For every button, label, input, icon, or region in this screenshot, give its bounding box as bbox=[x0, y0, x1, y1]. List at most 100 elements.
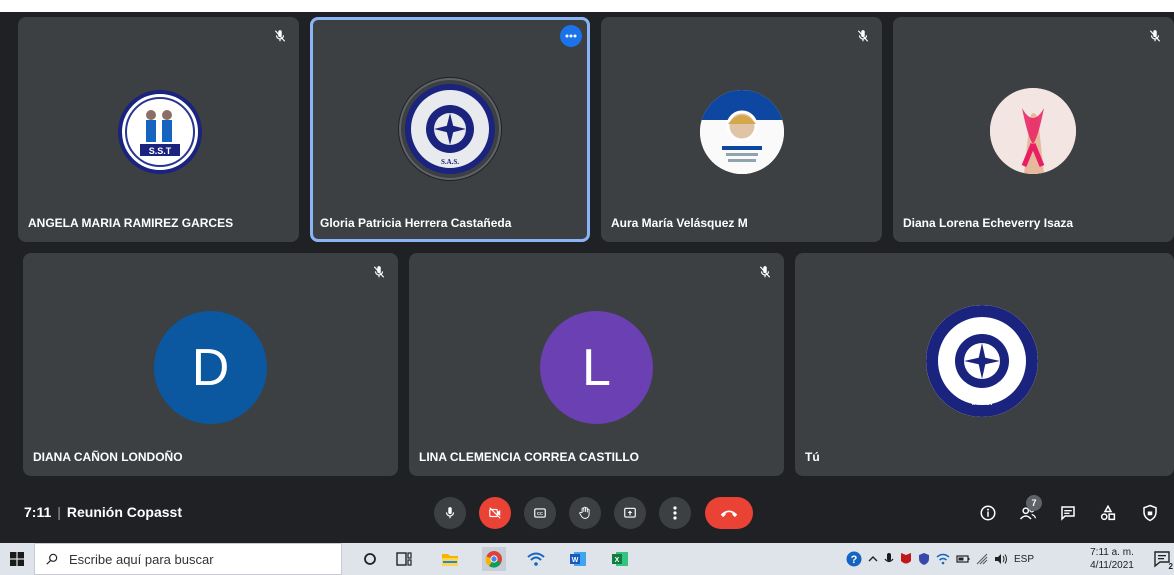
browser-top-strip bbox=[0, 0, 1174, 12]
search-icon bbox=[46, 553, 58, 565]
cortana-icon bbox=[364, 553, 376, 565]
participant-tile[interactable]: D DIANA CAÑON LONDOÑO bbox=[23, 253, 398, 476]
meeting-separator: | bbox=[57, 504, 61, 520]
notifications-button[interactable]: 2 bbox=[1150, 547, 1174, 571]
mic-button[interactable] bbox=[434, 497, 466, 529]
excel-button[interactable]: X bbox=[608, 547, 632, 571]
svg-text:CC: CC bbox=[537, 511, 543, 516]
participant-name: Tú bbox=[805, 450, 820, 464]
letter-avatar: D bbox=[154, 311, 267, 424]
mic-off-icon bbox=[368, 261, 390, 283]
svg-text:X: X bbox=[615, 557, 620, 564]
notifications-count: 2 bbox=[1168, 562, 1173, 571]
oncologos-sas-text: S.A.S. bbox=[972, 398, 993, 407]
chrome-icon bbox=[485, 551, 502, 568]
participant-name: DIANA CAÑON LONDOÑO bbox=[33, 450, 183, 464]
sst-logo-avatar: S.S.T bbox=[118, 90, 202, 174]
mcafee-icon[interactable] bbox=[900, 552, 912, 566]
info-icon bbox=[980, 505, 996, 521]
chat-button[interactable] bbox=[1054, 499, 1082, 527]
search-placeholder: Escribe aquí para buscar bbox=[69, 551, 214, 567]
chat-icon bbox=[1061, 506, 1075, 521]
participant-name: ANGELA MARIA RAMIREZ GARCES bbox=[28, 216, 234, 230]
oncologos-logo-avatar: S.A.S. bbox=[398, 77, 502, 181]
windows-start-button[interactable] bbox=[0, 543, 34, 575]
participant-tile-active[interactable]: S.A.S. Gloria Patricia Herrera Castañeda bbox=[310, 17, 590, 242]
captions-button[interactable]: CC bbox=[524, 497, 556, 529]
wifi-app-button[interactable] bbox=[524, 547, 548, 571]
people-button[interactable]: 7 bbox=[1014, 495, 1042, 527]
participant-tile[interactable]: Diana Lorena Echeverry Isaza bbox=[893, 17, 1174, 242]
folder-icon bbox=[442, 554, 458, 566]
people-count-badge: 7 bbox=[1026, 495, 1042, 511]
oncologos-sas-text: S.A.S. bbox=[441, 158, 459, 166]
participant-name: LINA CLEMENCIA CORREA CASTILLO bbox=[419, 450, 639, 464]
more-options-button[interactable] bbox=[659, 497, 691, 529]
more-options-icon[interactable] bbox=[560, 25, 582, 47]
oncologos-logo-avatar: S.A.S. bbox=[926, 305, 1038, 417]
task-view-button[interactable] bbox=[392, 547, 416, 571]
cortana-button[interactable] bbox=[358, 547, 382, 571]
help-icon[interactable]: ? bbox=[846, 551, 862, 567]
taskbar-clock[interactable]: 7:11 a. m. 4/11/2021 bbox=[1080, 546, 1144, 572]
camera-off-icon bbox=[489, 507, 501, 519]
word-button[interactable]: W bbox=[566, 547, 590, 571]
host-controls-icon bbox=[1143, 504, 1157, 522]
avatar-letter: L bbox=[582, 338, 611, 397]
mic-off-icon bbox=[852, 25, 874, 47]
chrome-button[interactable] bbox=[482, 547, 506, 571]
task-view-icon bbox=[396, 552, 412, 566]
meeting-control-bar: 7:11 | Reunión Copasst CC 7 bbox=[0, 487, 1174, 539]
participant-tile[interactable]: Aura María Velásquez M bbox=[601, 17, 882, 242]
wifi-icon bbox=[527, 552, 545, 566]
file-explorer-button[interactable] bbox=[438, 547, 462, 571]
captions-icon: CC bbox=[534, 508, 546, 518]
participant-tile-self[interactable]: S.A.S. Tú bbox=[795, 253, 1174, 476]
present-button[interactable] bbox=[614, 497, 646, 529]
raise-hand-button[interactable] bbox=[569, 497, 601, 529]
participant-name: Gloria Patricia Herrera Castañeda bbox=[320, 216, 512, 230]
participant-name: Aura María Velásquez M bbox=[611, 216, 748, 230]
svg-text:?: ? bbox=[851, 554, 858, 566]
profile-card-photo-avatar bbox=[700, 90, 784, 174]
excel-icon: X bbox=[612, 552, 628, 566]
letter-avatar: L bbox=[540, 311, 653, 424]
clock-time: 7:11 a. m. bbox=[1090, 547, 1134, 558]
clock-date: 4/11/2021 bbox=[1090, 560, 1134, 571]
hang-up-icon bbox=[720, 510, 738, 518]
present-icon bbox=[624, 507, 636, 518]
word-icon: W bbox=[570, 552, 586, 566]
raise-hand-icon bbox=[579, 506, 590, 519]
battery-icon[interactable] bbox=[956, 554, 970, 564]
avatar-letter: D bbox=[191, 338, 230, 397]
microphone-tray-icon[interactable] bbox=[884, 552, 894, 566]
hang-up-button[interactable] bbox=[705, 497, 753, 529]
participant-tile[interactable]: L LINA CLEMENCIA CORREA CASTILLO bbox=[409, 253, 784, 476]
participant-name: Diana Lorena Echeverry Isaza bbox=[903, 216, 1074, 230]
language-indicator[interactable]: ESP bbox=[1014, 554, 1034, 565]
meeting-info-button[interactable] bbox=[974, 499, 1002, 527]
meeting-title: Reunión Copasst bbox=[66, 504, 183, 520]
participant-tile[interactable]: S.S.T ANGELA MARIA RAMIREZ GARCES bbox=[18, 17, 299, 242]
taskbar-search-box[interactable]: Escribe aquí para buscar bbox=[34, 543, 342, 575]
mic-off-icon bbox=[269, 25, 291, 47]
windows-taskbar: Escribe aquí para buscar W X ? ESP 7:11 … bbox=[0, 543, 1174, 575]
shield-icon[interactable] bbox=[918, 552, 930, 566]
activities-button[interactable] bbox=[1094, 499, 1122, 527]
svg-text:W: W bbox=[572, 557, 579, 564]
volume-icon[interactable] bbox=[994, 553, 1008, 565]
host-controls-button[interactable] bbox=[1136, 499, 1164, 527]
network-icon[interactable] bbox=[976, 553, 988, 565]
chevron-up-icon[interactable] bbox=[868, 554, 878, 564]
mic-off-icon bbox=[754, 261, 776, 283]
wifi-tray-icon[interactable] bbox=[936, 553, 950, 565]
system-tray: ? ESP bbox=[846, 543, 1078, 575]
more-options-icon bbox=[673, 506, 677, 520]
camera-off-button[interactable] bbox=[479, 497, 511, 529]
meeting-info: 7:11 | Reunión Copasst bbox=[24, 504, 182, 520]
sst-logo-text: S.S.T bbox=[149, 146, 172, 156]
mic-off-icon bbox=[1144, 25, 1166, 47]
windows-logo-icon bbox=[10, 552, 24, 566]
activities-icon bbox=[1100, 504, 1116, 521]
mic-icon bbox=[445, 507, 455, 519]
